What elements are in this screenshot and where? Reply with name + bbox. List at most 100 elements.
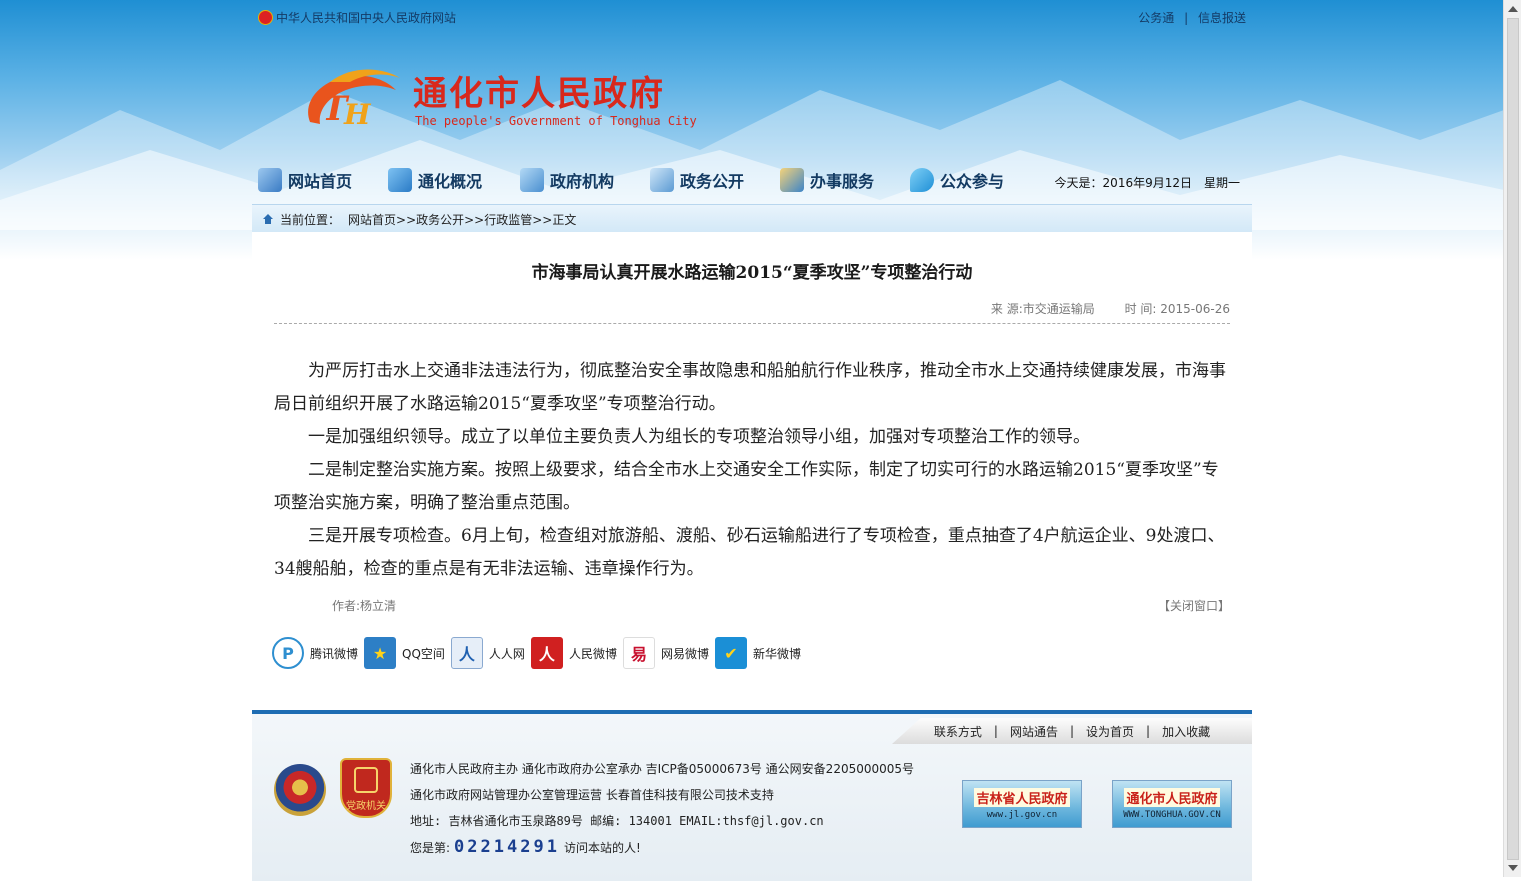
site-title: 通化市人民政府 — [413, 74, 665, 114]
separator: | — [1146, 724, 1151, 738]
nav-item-institutions[interactable]: 政府机构 — [520, 166, 614, 194]
nav-item-label: 政府机构 — [550, 172, 615, 191]
breadcrumb: 当前位置： 网站首页>>政务公开>>行政监管>>正文 — [252, 204, 1252, 234]
nav-item-label: 办事服务 — [810, 172, 875, 191]
banner-title: 通化市人民政府 — [1124, 788, 1220, 807]
footer: 联系方式 | 网站通告 | 设为首页 | 加入收藏 党政机关 通化市人民政府主办… — [252, 710, 1252, 881]
set-homepage-link[interactable]: 设为首页 — [1086, 723, 1134, 740]
nav-item-label: 政务公开 — [680, 172, 745, 191]
gongwutong-link[interactable]: 公务通 — [1138, 11, 1174, 25]
central-gov-link-label: 中华人民共和国中央人民政府网站 — [276, 11, 457, 25]
share-bar: P 腾讯微博 ★ QQ空间 人 人人网 人 人民微博 易 网易微博 ✔ 新华微博 — [272, 636, 807, 670]
institution-icon — [520, 168, 544, 192]
banner-url: www.jl.gov.cn — [986, 810, 1058, 820]
main-nav: 网站首页 通化概况 政府机构 政务公开 办事服务 公众参与 今天是：2016年9… — [252, 162, 1252, 198]
home-icon — [258, 168, 282, 192]
nav-item-label: 通化概况 — [418, 172, 483, 191]
visitor-suffix: 访问本站的人! — [563, 840, 641, 855]
article-paragraph: 一是加强组织领导。成立了以单位主要负责人为组长的专项整治领导小组，加强对专项整治… — [308, 427, 1090, 447]
overview-icon — [388, 168, 412, 192]
share-label: QQ空间 — [402, 646, 445, 661]
scroll-up-icon[interactable] — [1508, 6, 1518, 12]
netease-weibo-icon: 易 — [622, 637, 655, 669]
separator: | — [993, 724, 998, 738]
central-gov-link[interactable]: 中华人民共和国中央人民政府网站 — [258, 9, 456, 26]
article-paragraph: 三是开展专项检查。6月上旬，检查组对旅游船、渡船、砂石运输船进行了专项检查，重点… — [274, 526, 1225, 579]
breadcrumb-prefix: 当前位置： — [280, 212, 341, 227]
mountain-decoration — [0, 80, 1504, 230]
scroll-down-icon[interactable] — [1508, 865, 1518, 871]
separator: | — [1069, 724, 1075, 738]
share-people-weibo[interactable]: 人 人民微博 — [530, 637, 617, 669]
tonghua-logo-icon: T H — [308, 69, 400, 131]
party-badge-label: 党政机关 — [346, 801, 386, 812]
party-gov-badge[interactable]: 党政机关 — [340, 758, 392, 818]
people-weibo-icon: 人 — [530, 637, 563, 669]
article-paragraph: 二是制定整治实施方案。按照上级要求，结合全市水上交通安全工作实际，制定了切实可行… — [274, 460, 1219, 513]
article-paragraph: 为严厉打击水上交通非法违法行为，彻底整治安全事故隐患和船舶航行作业秩序，推动全市… — [274, 361, 1226, 414]
breadcrumb-path[interactable]: 网站首页>>政务公开>>行政监管>>正文 — [348, 211, 576, 228]
article-author: 作者:杨立清 — [332, 599, 397, 613]
nav-item-participation[interactable]: 公众参与 — [910, 166, 1004, 194]
nav-item-home[interactable]: 网站首页 — [258, 166, 352, 194]
contact-link[interactable]: 联系方式 — [934, 723, 982, 740]
article-source: 来 源:市交通运输局 — [990, 302, 1095, 316]
article: 市海事局认真开展水路运输2015“夏季攻坚”专项整治行动 来 源:市交通运输局 … — [252, 232, 1252, 710]
footer-address-line: 地址: 吉林省通化市玉泉路89号 邮编: 134001 EMAIL:thsf@j… — [410, 814, 824, 828]
site-logo[interactable]: T H 通化市人民政府 The people's Government of T… — [300, 62, 720, 138]
share-netease-weibo[interactable]: 易 网易微博 — [622, 637, 709, 669]
article-title: 市海事局认真开展水路运输2015“夏季攻坚”专项整治行动 — [531, 263, 973, 283]
share-label: 人人网 — [488, 646, 525, 661]
info-submit-link[interactable]: 信息报送 — [1198, 11, 1246, 25]
footer-info: 通化市人民政府主办 通化市政府办公室承办 吉ICP备05000673号 通公网安… — [410, 756, 914, 834]
nav-item-services[interactable]: 办事服务 — [780, 166, 874, 194]
top-right-links: 公务通 | 信息报送 — [1132, 9, 1246, 26]
service-icon — [780, 168, 804, 192]
vertical-scrollbar[interactable] — [1503, 0, 1521, 877]
share-label: 腾讯微博 — [310, 646, 359, 661]
article-time: 时 间: 2015-06-26 — [1124, 302, 1230, 316]
share-renren[interactable]: 人 人人网 — [450, 637, 525, 669]
share-tencent-weibo[interactable]: P 腾讯微博 — [272, 637, 358, 669]
nav-item-overview[interactable]: 通化概况 — [388, 166, 482, 194]
police-badge-icon[interactable] — [274, 764, 326, 816]
nav-item-label: 公众参与 — [940, 172, 1005, 191]
current-date: 今天是：2016年9月12日 星期一 — [1054, 176, 1240, 190]
share-label: 网易微博 — [660, 646, 709, 661]
xinhua-weibo-icon: ✔ — [714, 637, 747, 669]
national-emblem-icon — [258, 10, 273, 25]
svg-text:H: H — [343, 98, 372, 131]
document-icon — [650, 168, 674, 192]
notice-link[interactable]: 网站通告 — [1010, 723, 1058, 740]
divider — [274, 323, 1230, 324]
top-bar: 中华人民共和国中央人民政府网站 公务通 | 信息报送 — [252, 0, 1252, 34]
nav-item-label: 网站首页 — [288, 172, 353, 191]
visitor-prefix: 您是第: — [410, 840, 451, 855]
article-body: 为严厉打击水上交通非法违法行为，彻底整治安全事故隐患和船舶航行作业秩序，推动全市… — [274, 355, 1230, 586]
scroll-thumb[interactable] — [1507, 18, 1519, 860]
home-icon — [262, 214, 274, 224]
footer-operator-line: 通化市政府网站管理办公室管理运营 长春首佳科技有限公司技术支持 — [410, 788, 774, 802]
renren-icon: 人 — [450, 637, 483, 669]
party-badge-icon — [354, 767, 378, 793]
share-label: 新华微博 — [752, 646, 801, 661]
tonghua-gov-banner[interactable]: 通化市人民政府 WWW.TONGHUA.GOV.CN — [1112, 780, 1232, 828]
share-xinhua-weibo[interactable]: ✔ 新华微博 — [714, 637, 801, 669]
banner-url: WWW.TONGHUA.GOV.CN — [1123, 810, 1221, 820]
close-window-link[interactable]: 【关闭窗口】 — [1158, 597, 1230, 614]
chat-icon — [910, 168, 934, 192]
nav-item-gov-affairs[interactable]: 政务公开 — [650, 166, 744, 194]
visitor-count: 02214291 — [454, 837, 560, 857]
article-meta: 来 源:市交通运输局 时 间: 2015-06-26 — [965, 300, 1230, 317]
add-favorite-link[interactable]: 加入收藏 — [1162, 723, 1210, 740]
share-label: 人民微博 — [568, 646, 617, 661]
share-qzone[interactable]: ★ QQ空间 — [364, 637, 445, 669]
jilin-gov-banner[interactable]: 吉林省人民政府 www.jl.gov.cn — [962, 780, 1082, 828]
visitor-counter: 您是第: 02214291 访问本站的人! — [410, 837, 641, 857]
tencent-weibo-icon: P — [272, 637, 304, 669]
qzone-icon: ★ — [364, 637, 397, 669]
separator: | — [1184, 11, 1189, 25]
footer-links: 联系方式 | 网站通告 | 设为首页 | 加入收藏 — [892, 718, 1252, 744]
banner-title: 吉林省人民政府 — [974, 788, 1070, 807]
site-subtitle: The people's Government of Tonghua City — [415, 114, 697, 128]
